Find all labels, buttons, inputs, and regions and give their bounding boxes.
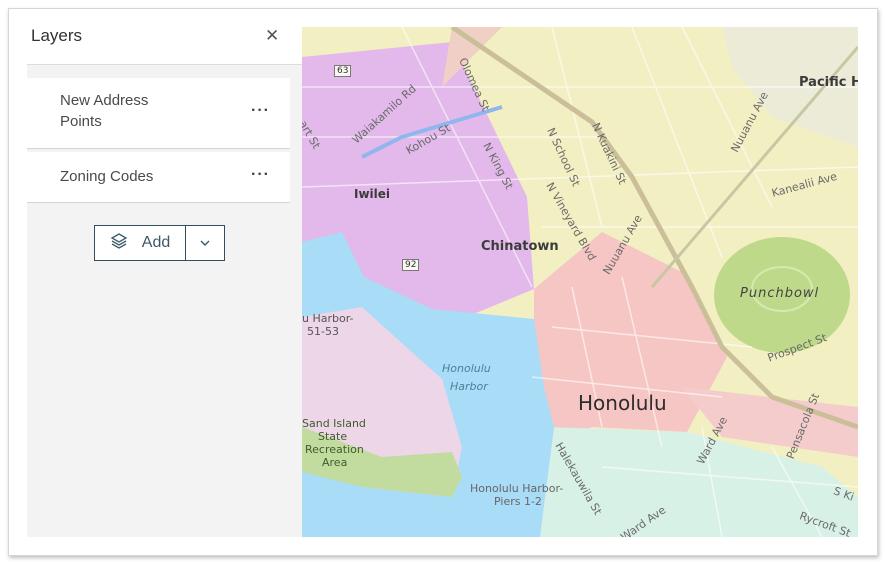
more-options-button[interactable]: ··· [251, 102, 270, 120]
place-label: State [318, 430, 348, 443]
route-shield-63: 63 [334, 65, 352, 77]
add-layer-button[interactable]: Add [95, 226, 186, 260]
add-layer-split-button: Add [94, 225, 225, 261]
route-shield-92: 92 [402, 259, 420, 271]
chevron-down-icon [199, 234, 211, 252]
place-label: Pacific H [799, 75, 858, 90]
close-icon[interactable]: ✕ [265, 26, 279, 46]
place-label: u Harbor- [302, 312, 354, 325]
panel-header: Layers ✕ [27, 18, 302, 65]
layer-item-zoning-codes[interactable]: Zoning Codes ··· [27, 152, 290, 203]
place-label: Honolulu [442, 362, 491, 375]
layer-item-new-address-points[interactable]: New Address Points ··· [27, 78, 290, 149]
place-label: Punchbowl [740, 286, 820, 301]
place-label: 51-53 [307, 325, 339, 338]
layer-label: Zoning Codes [60, 168, 154, 185]
more-options-button[interactable]: ··· [251, 166, 270, 184]
map-view[interactable]: 63 92 Pacific H Iwilei Chinatown Punchbo… [302, 27, 858, 537]
place-label: Iwilei [354, 187, 391, 201]
layers-panel: Layers ✕ New Address Points ··· Zoning Co… [27, 18, 302, 537]
panel-title: Layers [31, 26, 83, 45]
place-label: Sand Island [302, 417, 366, 430]
place-label: Area [322, 456, 348, 469]
add-dropdown-button[interactable] [186, 226, 224, 260]
place-label: Recreation [305, 443, 364, 456]
add-label: Add [141, 234, 171, 251]
place-label: Honolulu [578, 391, 667, 415]
layers-icon [110, 232, 128, 255]
layer-label-line: New Address [60, 92, 149, 109]
place-label: Piers 1-2 [494, 495, 542, 508]
layer-label: New Address Points [60, 90, 148, 132]
place-label: Honolulu Harbor- [470, 482, 564, 495]
layer-label-line: Points [60, 113, 102, 130]
place-label: Harbor [450, 380, 488, 393]
place-label: Chinatown [481, 239, 559, 254]
